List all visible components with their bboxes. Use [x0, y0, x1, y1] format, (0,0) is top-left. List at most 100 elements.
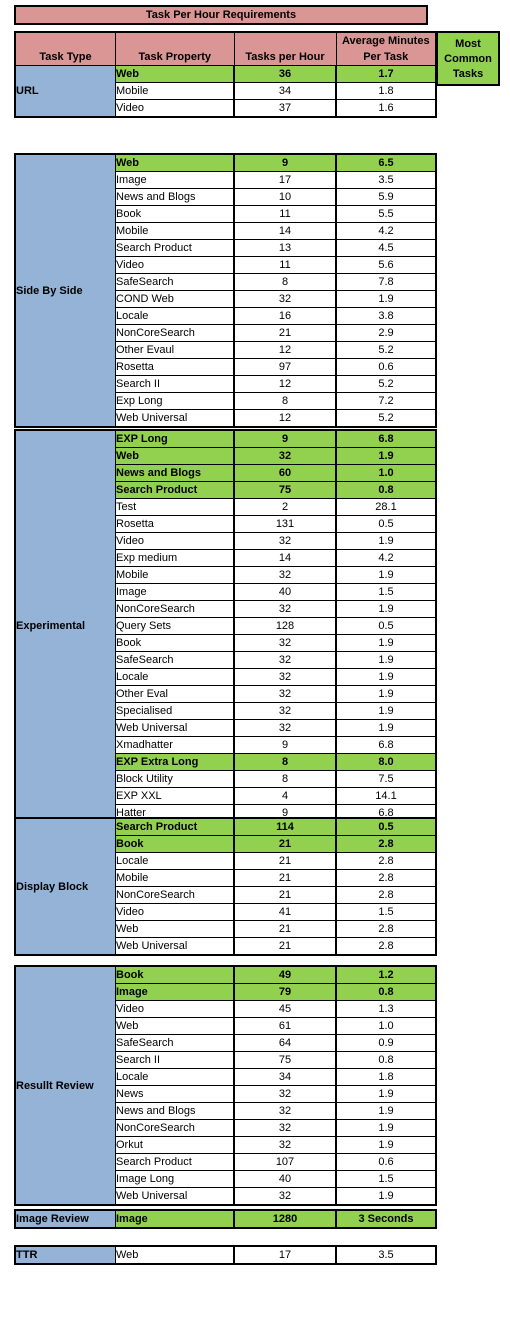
task-property-cell: Book	[116, 206, 235, 223]
average-minutes-cell: 3.5	[336, 1246, 436, 1264]
task-property-cell: Exp Long	[116, 393, 235, 410]
task-property-cell: NonCoreSearch	[116, 1120, 235, 1137]
average-minutes-cell: 5.2	[336, 342, 436, 359]
task-table: TTRWeb173.5	[14, 1245, 437, 1265]
average-minutes-cell: 6.5	[336, 154, 436, 172]
task-type-cell: URL	[15, 66, 116, 118]
average-minutes-cell: 7.2	[336, 393, 436, 410]
tasks-per-hour-cell: 17	[234, 1246, 336, 1264]
average-minutes-cell: 4.5	[336, 240, 436, 257]
task-table: Image ReviewImage12803 Seconds	[14, 1209, 437, 1229]
average-minutes-cell: 2.9	[336, 325, 436, 342]
task-property-cell: Locale	[116, 853, 235, 870]
task-property-cell: Mobile	[116, 870, 235, 887]
task-table: Display BlockSearch Product1140.5Book212…	[14, 817, 437, 956]
task-property-cell: News and Blogs	[116, 465, 235, 482]
tasks-per-hour-cell: 32	[234, 1120, 336, 1137]
average-minutes-cell: 2.8	[336, 836, 436, 853]
task-property-cell: Image	[116, 172, 235, 189]
tasks-per-hour-cell: 21	[234, 325, 336, 342]
average-minutes-cell: 0.6	[336, 359, 436, 376]
average-minutes-cell: 2.8	[336, 938, 436, 956]
task-property-cell: Image	[116, 584, 235, 601]
average-minutes-cell: 3.5	[336, 172, 436, 189]
tasks-per-hour-cell: 8	[234, 393, 336, 410]
task-property-cell: Web Universal	[116, 410, 235, 428]
tasks-per-hour-cell: 21	[234, 887, 336, 904]
task-type-cell: Resullt Review	[15, 966, 116, 1205]
task-property-cell: Rosetta	[116, 516, 235, 533]
task-property-cell: Book	[116, 966, 235, 984]
average-minutes-cell: 4.2	[336, 550, 436, 567]
average-minutes-cell: 0.8	[336, 482, 436, 499]
average-minutes-cell: 6.8	[336, 430, 436, 448]
average-minutes-cell: 1.9	[336, 686, 436, 703]
table-header-row: Task TypeTask PropertyTasks per HourAver…	[15, 32, 436, 66]
task-property-cell: Test	[116, 499, 235, 516]
average-minutes-cell: 1.9	[336, 1103, 436, 1120]
task-property-cell: Mobile	[116, 567, 235, 584]
average-minutes-cell: 1.5	[336, 1171, 436, 1188]
average-minutes-cell: 0.5	[336, 618, 436, 635]
tasks-per-hour-cell: 32	[234, 1188, 336, 1206]
section-table: Side By SideWeb96.5Image173.5News and Bl…	[14, 153, 437, 428]
task-property-cell: Mobile	[116, 83, 235, 100]
task-property-cell: Book	[116, 635, 235, 652]
section-table: TTRWeb173.5	[14, 1245, 437, 1265]
task-property-cell: News and Blogs	[116, 189, 235, 206]
average-minutes-cell: 28.1	[336, 499, 436, 516]
tasks-per-hour-cell: 32	[234, 669, 336, 686]
task-type-cell: Experimental	[15, 430, 116, 822]
tasks-per-hour-cell: 9	[234, 430, 336, 448]
average-minutes-cell: 0.9	[336, 1035, 436, 1052]
task-property-cell: EXP XXL	[116, 788, 235, 805]
tasks-per-hour-cell: 40	[234, 1171, 336, 1188]
tasks-per-hour-cell: 17	[234, 172, 336, 189]
task-property-cell: Web	[116, 448, 235, 465]
legend-line-2: Common	[444, 53, 492, 65]
tasks-per-hour-cell: 4	[234, 788, 336, 805]
tasks-per-hour-cell: 8	[234, 771, 336, 788]
tasks-per-hour-cell: 128	[234, 618, 336, 635]
column-header-average-minutes-line2: Per Task	[337, 49, 436, 65]
task-property-cell: Web Universal	[116, 720, 235, 737]
task-property-cell: Other Evaul	[116, 342, 235, 359]
task-type-cell: TTR	[15, 1246, 116, 1264]
task-property-cell: Web	[116, 1246, 235, 1264]
tasks-per-hour-cell: 2	[234, 499, 336, 516]
average-minutes-cell: 2.8	[336, 921, 436, 938]
task-type-cell: Display Block	[15, 818, 116, 955]
task-property-cell: Other Eval	[116, 686, 235, 703]
average-minutes-cell: 2.8	[336, 887, 436, 904]
tasks-per-hour-cell: 32	[234, 720, 336, 737]
average-minutes-cell: 1.9	[336, 291, 436, 308]
average-minutes-cell: 1.7	[336, 66, 436, 83]
task-property-cell: Video	[116, 1001, 235, 1018]
average-minutes-cell: 1.9	[336, 669, 436, 686]
task-property-cell: Locale	[116, 308, 235, 325]
tasks-per-hour-cell: 34	[234, 83, 336, 100]
tasks-per-hour-cell: 107	[234, 1154, 336, 1171]
task-table: Side By SideWeb96.5Image173.5News and Bl…	[14, 153, 437, 428]
tasks-per-hour-cell: 45	[234, 1001, 336, 1018]
tasks-per-hour-cell: 32	[234, 567, 336, 584]
average-minutes-cell: 5.9	[336, 189, 436, 206]
task-type-cell: Image Review	[15, 1210, 116, 1228]
task-property-cell: News and Blogs	[116, 1103, 235, 1120]
tasks-per-hour-cell: 75	[234, 482, 336, 499]
tasks-per-hour-cell: 8	[234, 274, 336, 291]
average-minutes-cell: 1.9	[336, 1086, 436, 1103]
column-header-task-type: Task Type	[15, 32, 116, 66]
tasks-per-hour-cell: 114	[234, 818, 336, 836]
table-row: ExperimentalEXP Long96.8	[15, 430, 436, 448]
average-minutes-cell: 5.2	[336, 410, 436, 428]
task-property-cell: Mobile	[116, 223, 235, 240]
tasks-per-hour-cell: 14	[234, 223, 336, 240]
task-table: Resullt ReviewBook491.2Image790.8Video45…	[14, 965, 437, 1206]
tasks-per-hour-cell: 21	[234, 921, 336, 938]
column-header-average-minutes: Average MinutesPer Task	[336, 32, 436, 66]
average-minutes-cell: 1.9	[336, 1120, 436, 1137]
average-minutes-cell: 1.9	[336, 567, 436, 584]
average-minutes-cell: 1.9	[336, 1137, 436, 1154]
average-minutes-cell: 0.6	[336, 1154, 436, 1171]
